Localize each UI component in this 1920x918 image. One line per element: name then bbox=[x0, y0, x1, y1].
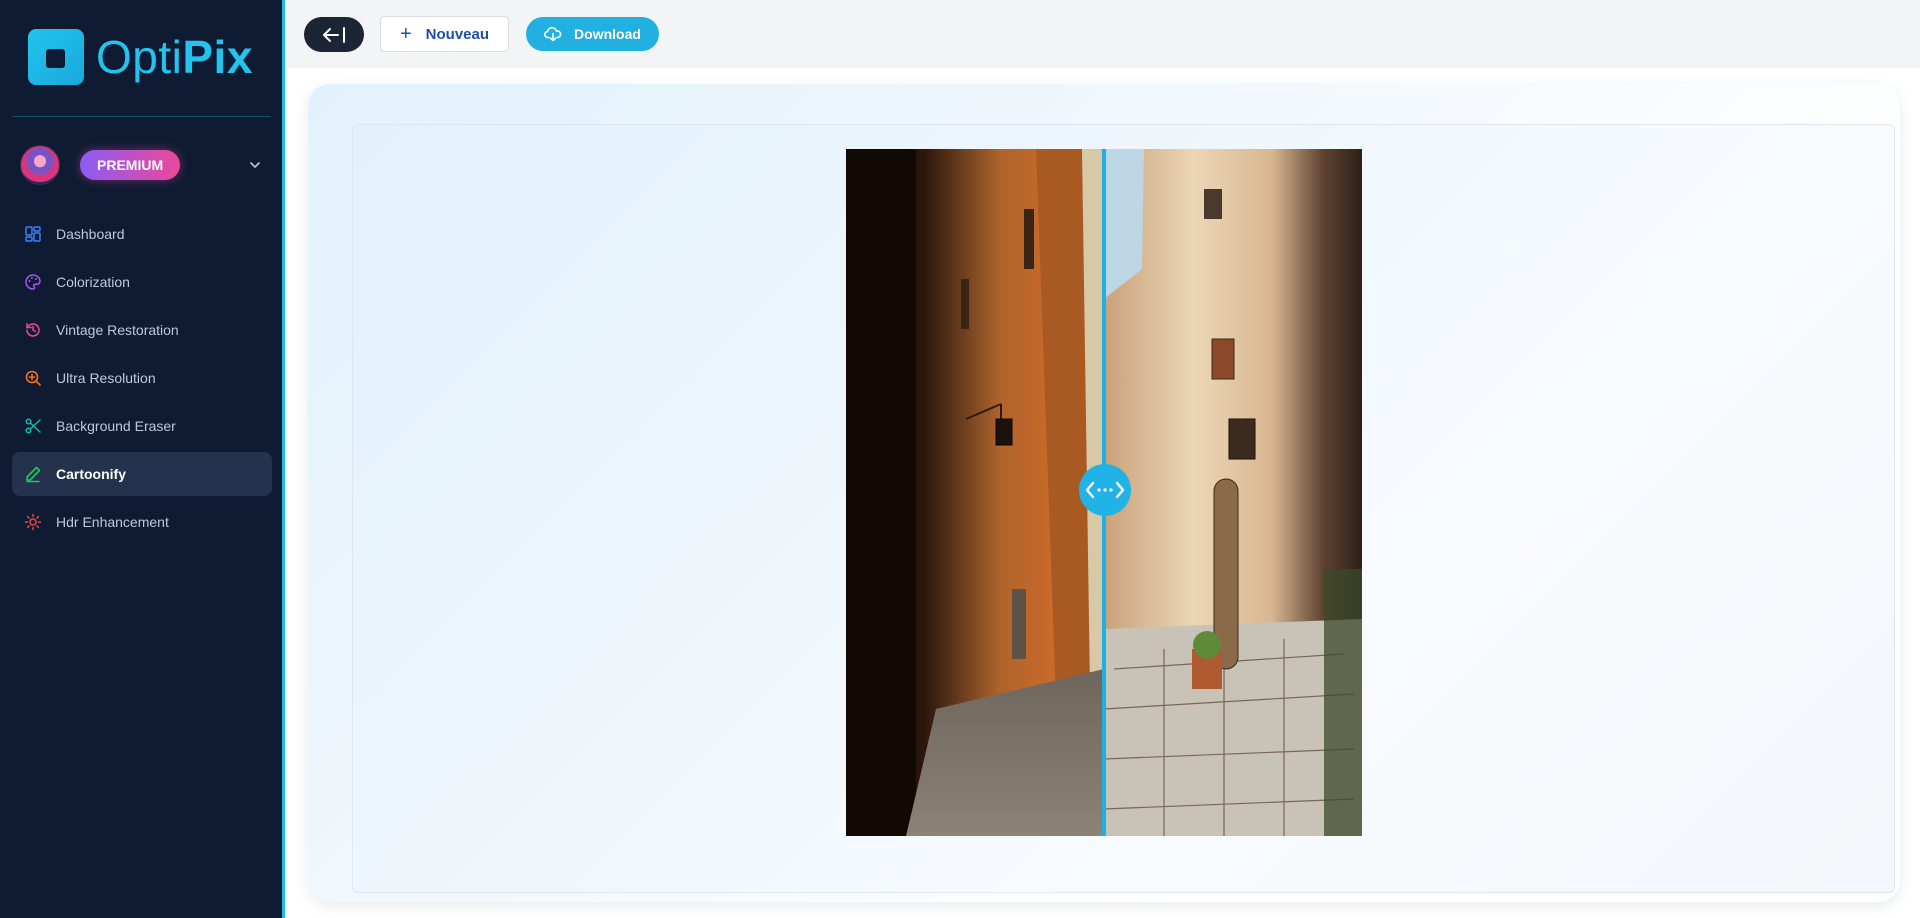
collapse-sidebar-button[interactable] bbox=[304, 17, 364, 52]
grid-icon bbox=[25, 226, 41, 242]
scissors-icon bbox=[25, 418, 41, 434]
logo-text-bold: Pix bbox=[182, 31, 253, 83]
profile-menu[interactable]: PREMIUM bbox=[20, 144, 271, 186]
sidebar-item-cartoonify[interactable]: Cartoonify bbox=[12, 452, 272, 496]
top-toolbar: + Nouveau Download bbox=[288, 0, 1920, 68]
sidebar: OptiPix PREMIUM Dashboard Colorization V… bbox=[0, 0, 285, 918]
original-photo bbox=[846, 149, 1104, 836]
sidebar-item-colorization[interactable]: Colorization bbox=[12, 260, 272, 304]
palette-icon bbox=[25, 274, 41, 290]
logo-text: OptiPix bbox=[96, 34, 253, 80]
cloud-download-icon bbox=[544, 26, 562, 42]
sidebar-item-background-eraser[interactable]: Background Eraser bbox=[12, 404, 272, 448]
arrow-left-to-line-icon bbox=[323, 26, 345, 43]
pen-icon bbox=[26, 466, 41, 483]
cartoonified-photo bbox=[1104, 149, 1362, 836]
sidebar-item-label: Hdr Enhancement bbox=[56, 514, 169, 530]
sun-icon bbox=[24, 513, 42, 531]
new-button[interactable]: + Nouveau bbox=[380, 16, 509, 52]
before-after-comparison[interactable] bbox=[846, 149, 1362, 836]
sidebar-item-label: Colorization bbox=[56, 274, 130, 290]
sidebar-item-label: Dashboard bbox=[56, 226, 125, 242]
sidebar-item-hdr-enhancement[interactable]: Hdr Enhancement bbox=[12, 500, 272, 544]
sidebar-nav: Dashboard Colorization Vintage Restorati… bbox=[12, 212, 272, 548]
plus-icon: + bbox=[399, 23, 412, 45]
logo-text-light: Opti bbox=[96, 31, 183, 83]
sidebar-item-dashboard[interactable]: Dashboard bbox=[12, 212, 272, 256]
premium-badge: PREMIUM bbox=[80, 150, 181, 180]
zoom-in-icon bbox=[25, 370, 41, 386]
comparison-slider-handle[interactable] bbox=[1079, 464, 1131, 516]
sidebar-item-label: Vintage Restoration bbox=[56, 322, 179, 338]
download-button-label: Download bbox=[574, 26, 641, 42]
avatar[interactable] bbox=[20, 145, 60, 185]
sidebar-item-label: Ultra Resolution bbox=[56, 370, 156, 386]
new-button-label: Nouveau bbox=[425, 25, 490, 43]
chevron-down-icon[interactable] bbox=[245, 155, 265, 175]
sidebar-item-label: Cartoonify bbox=[56, 466, 126, 482]
app-logo[interactable]: OptiPix bbox=[28, 28, 253, 86]
history-icon bbox=[26, 322, 40, 337]
arrows-horizontal-icon bbox=[1085, 481, 1125, 499]
sidebar-item-label: Background Eraser bbox=[56, 418, 176, 434]
download-button[interactable]: Download bbox=[526, 17, 659, 51]
sidebar-divider bbox=[12, 116, 271, 117]
logo-icon bbox=[28, 29, 84, 85]
sidebar-item-ultra-resolution[interactable]: Ultra Resolution bbox=[12, 356, 272, 400]
sidebar-item-vintage-restoration[interactable]: Vintage Restoration bbox=[12, 308, 272, 352]
